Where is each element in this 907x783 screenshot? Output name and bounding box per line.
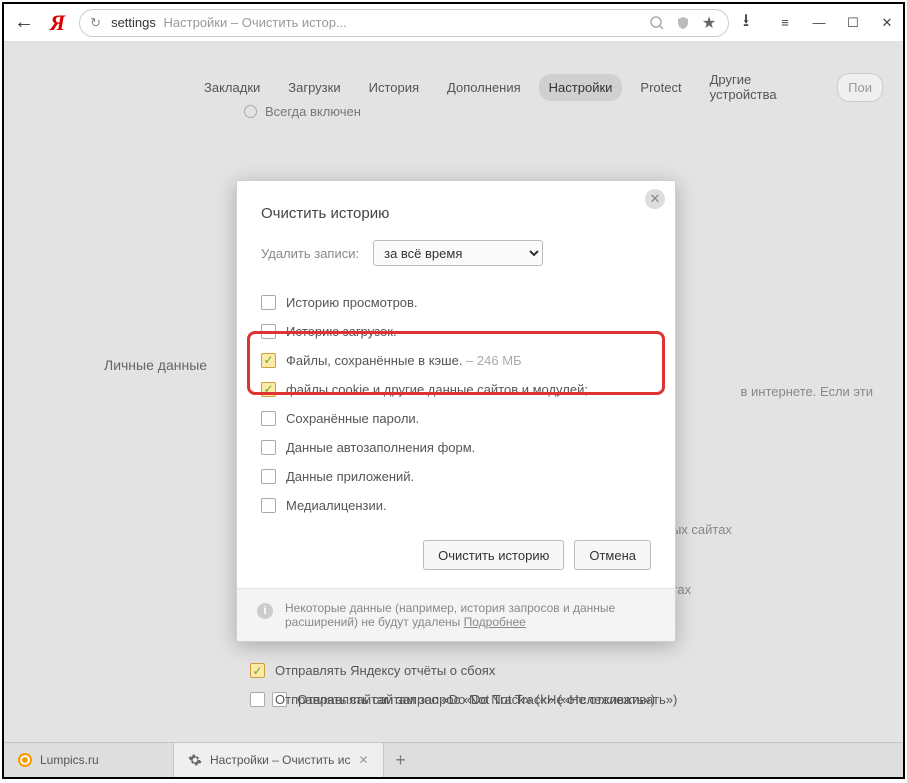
check-cookies[interactable]: файлы cookie и другие данные сайтов и мо…: [261, 375, 651, 404]
checkbox-icon: [261, 440, 276, 455]
bg-text-fragment: в интернете. Если эти: [740, 384, 873, 399]
checkbox-icon: [261, 498, 276, 513]
minimize-button[interactable]: —: [811, 15, 827, 31]
tab-addons[interactable]: Дополнения: [437, 74, 531, 101]
cancel-button[interactable]: Отмена: [574, 540, 651, 570]
page-content: Закладки Загрузки История Дополнения Нас…: [4, 42, 903, 742]
menu-icon[interactable]: ≡: [777, 15, 793, 31]
checkbox-icon: [261, 324, 276, 339]
address-text: settings Настройки – Очистить истор...: [111, 15, 638, 30]
dialog-title: Очистить историю: [237, 181, 675, 240]
search-icon[interactable]: [648, 14, 666, 32]
clear-options-list: Историю просмотров. Историю загрузок. Фа…: [237, 284, 675, 534]
checkbox-crash-reports[interactable]: Отправлять Яндексу отчёты о сбоях: [250, 663, 495, 678]
bg-radio-always-on[interactable]: Всегда включен: [244, 104, 361, 119]
tab-bookmarks[interactable]: Закладки: [194, 74, 270, 101]
address-bar[interactable]: ↻ settings Настройки – Очистить истор...…: [79, 9, 729, 37]
period-label: Удалить записи:: [261, 246, 359, 261]
dialog-footer-note: i Некоторые данные (например, история за…: [237, 588, 675, 641]
tab-downloads[interactable]: Загрузки: [278, 74, 350, 101]
check-media-licenses[interactable]: Медиалицензии.: [261, 491, 651, 520]
checkbox-label: Данные приложений.: [286, 469, 414, 484]
clear-history-dialog: ✕ Очистить историю Удалить записи: за вс…: [236, 180, 676, 642]
tab-protect[interactable]: Protect: [630, 74, 691, 101]
tab-settings[interactable]: Настройки: [539, 74, 623, 101]
checkbox-icon: [261, 411, 276, 426]
sidebar-section-personal-data: Личные данные: [104, 357, 207, 373]
tab-label: Настройки – Очистить ис: [210, 753, 350, 767]
tab-strip: Lumpics.ru Настройки – Очистить ис ✕ +: [4, 742, 903, 777]
checkbox-icon: [261, 469, 276, 484]
checkbox-do-not-track[interactable]: Отправлять сайтам запрос «Do Not Track» …: [250, 692, 655, 707]
checkbox-icon: [261, 382, 276, 397]
checkbox-label: Отправлять Яндексу отчёты о сбоях: [275, 663, 495, 678]
tab-history[interactable]: История: [359, 74, 429, 101]
info-icon: i: [257, 603, 273, 619]
back-button[interactable]: ←: [12, 11, 36, 34]
checkbox-label: Данные автозаполнения форм.: [286, 440, 475, 455]
checkbox-label: Медиалицензии.: [286, 498, 387, 513]
settings-nav: Закладки Загрузки История Дополнения Нас…: [194, 66, 883, 108]
check-saved-passwords[interactable]: Сохранённые пароли.: [261, 404, 651, 433]
browser-toolbar: ← Я ↻ settings Настройки – Очистить исто…: [4, 4, 903, 42]
check-app-data[interactable]: Данные приложений.: [261, 462, 651, 491]
clear-history-button[interactable]: Очистить историю: [423, 540, 564, 570]
tab-other-devices[interactable]: Другие устройства: [700, 66, 830, 108]
check-browsing-history[interactable]: Историю просмотров.: [261, 288, 651, 317]
radio-icon: [244, 105, 257, 118]
checkbox-label: Историю просмотров.: [286, 295, 418, 310]
checkbox-label: Файлы, сохранённые в кэше. – 246 МБ: [286, 353, 522, 368]
checkbox-icon: [261, 353, 276, 368]
downloads-icon[interactable]: ⭳: [737, 14, 755, 32]
bg-radio-label: Всегда включен: [265, 104, 361, 119]
close-tab-icon[interactable]: ✕: [358, 753, 368, 767]
close-dialog-button[interactable]: ✕: [645, 189, 665, 209]
new-tab-button[interactable]: +: [384, 743, 418, 777]
footer-text: Некоторые данные (например, история запр…: [285, 601, 615, 629]
check-cached-files[interactable]: Файлы, сохранённые в кэше. – 246 МБ: [261, 346, 651, 375]
maximize-button[interactable]: ☐: [845, 15, 861, 31]
favicon-gear-icon: [188, 753, 202, 767]
checkbox-label: Историю загрузок.: [286, 324, 397, 339]
shield-icon[interactable]: [674, 14, 692, 32]
browser-tab-settings[interactable]: Настройки – Очистить ис ✕: [174, 743, 384, 777]
close-window-button[interactable]: ✕: [879, 15, 895, 31]
learn-more-link[interactable]: Подробнее: [464, 615, 526, 629]
settings-search[interactable]: Пои: [837, 73, 883, 102]
check-download-history[interactable]: Историю загрузок.: [261, 317, 651, 346]
bookmark-star-icon[interactable]: ★: [700, 14, 718, 32]
check-autofill-data[interactable]: Данные автозаполнения форм.: [261, 433, 651, 462]
browser-tab-lumpics[interactable]: Lumpics.ru: [4, 743, 174, 777]
checkbox-icon: [250, 663, 265, 678]
favicon-orange-icon: [18, 753, 32, 767]
reload-icon[interactable]: ↻: [90, 15, 101, 31]
checkbox-label: Сохранённые пароли.: [286, 411, 419, 426]
yandex-logo[interactable]: Я: [50, 10, 65, 36]
period-select[interactable]: за всё время: [373, 240, 543, 266]
tab-label: Lumpics.ru: [40, 753, 99, 767]
checkbox-label: файлы cookie и другие данные сайтов и мо…: [286, 382, 588, 397]
checkbox-icon: [250, 692, 265, 707]
checkbox-label: Отправлять сайтам запрос «Do Not Track» …: [275, 692, 655, 707]
checkbox-icon: [261, 295, 276, 310]
